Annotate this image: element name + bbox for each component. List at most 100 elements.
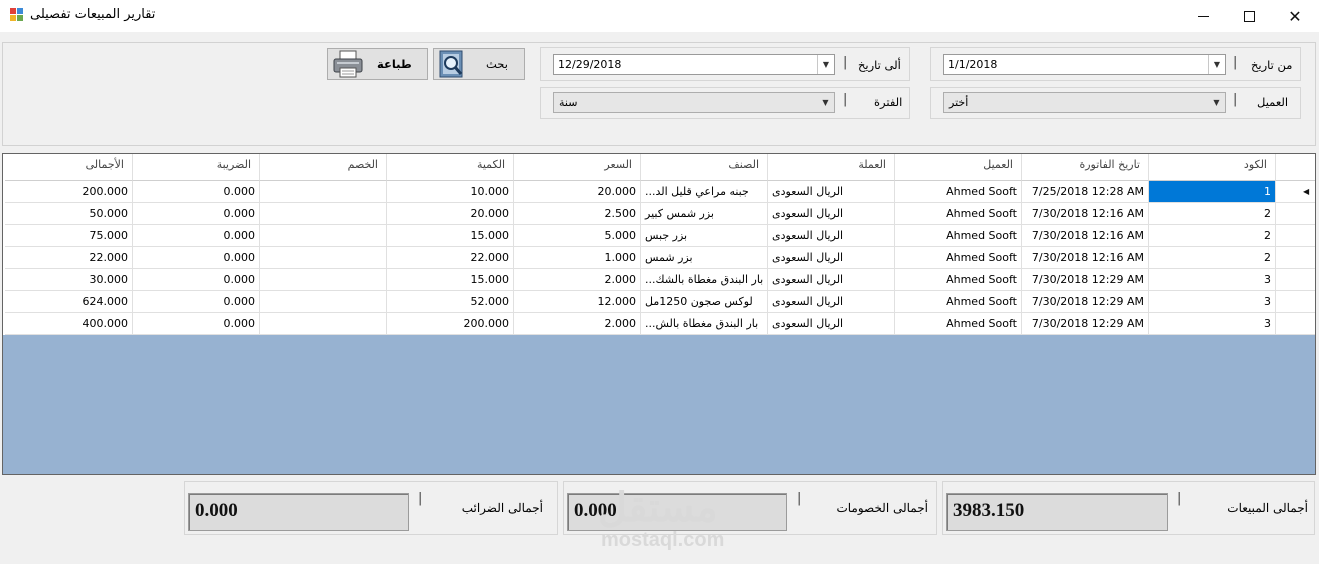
chevron-down-icon[interactable]: ▼: [817, 55, 834, 74]
cell-customer[interactable]: Ahmed Sooft: [895, 291, 1022, 313]
cell-price[interactable]: 1.000: [514, 247, 641, 269]
row-header[interactable]: [1276, 313, 1315, 335]
cell-customer[interactable]: Ahmed Sooft: [895, 313, 1022, 335]
cell-code[interactable]: 3: [1149, 269, 1276, 291]
search-button[interactable]: بحث: [433, 48, 525, 80]
row-header[interactable]: [1276, 269, 1315, 291]
sales-details-grid[interactable]: الكود تاريخ الفاتورة العميل العملة الصنف السع…: [2, 153, 1316, 475]
cell-item[interactable]: بزر شمس: [641, 247, 768, 269]
row-header[interactable]: [1276, 247, 1315, 269]
cell-currency[interactable]: الريال السعودى: [768, 225, 895, 247]
cell-total[interactable]: 624.000: [5, 291, 133, 313]
cell-code[interactable]: 2: [1149, 203, 1276, 225]
cell-quantity[interactable]: 200.000: [387, 313, 514, 335]
cell-discount[interactable]: [260, 313, 387, 335]
chevron-down-icon[interactable]: ▼: [817, 93, 834, 112]
cell-customer[interactable]: Ahmed Sooft: [895, 225, 1022, 247]
cell-quantity[interactable]: 52.000: [387, 291, 514, 313]
cell-quantity[interactable]: 20.000: [387, 203, 514, 225]
cell-price[interactable]: 12.000: [514, 291, 641, 313]
cell-discount[interactable]: [260, 247, 387, 269]
table-row[interactable]: 1 7/25/2018 12:28 AM Ahmed Sooft الريال الس…: [3, 181, 1315, 203]
column-header-customer[interactable]: العميل: [895, 154, 1022, 181]
cell-tax[interactable]: 0.000: [133, 225, 260, 247]
column-header-discount[interactable]: الخصم: [260, 154, 387, 181]
cell-currency[interactable]: الريال السعودى: [768, 181, 895, 203]
chevron-down-icon[interactable]: ▼: [1208, 55, 1225, 74]
cell-currency[interactable]: الريال السعودى: [768, 269, 895, 291]
cell-discount[interactable]: [260, 203, 387, 225]
close-button[interactable]: ✕: [1272, 0, 1318, 32]
cell-item[interactable]: بزر جبس: [641, 225, 768, 247]
cell-item[interactable]: لوكس صجون 1250مل: [641, 291, 768, 313]
cell-discount[interactable]: [260, 225, 387, 247]
cell-quantity[interactable]: 22.000: [387, 247, 514, 269]
column-header-invoice-date[interactable]: تاريخ الفاتورة: [1022, 154, 1149, 181]
cell-customer[interactable]: Ahmed Sooft: [895, 247, 1022, 269]
column-header-item[interactable]: الصنف: [641, 154, 768, 181]
table-row[interactable]: 3 7/30/2018 12:29 AM Ahmed Sooft الريال الس…: [3, 313, 1315, 335]
cell-code[interactable]: 3: [1149, 313, 1276, 335]
cell-tax[interactable]: 0.000: [133, 313, 260, 335]
cell-total[interactable]: 200.000: [5, 181, 133, 203]
cell-item[interactable]: بار البندق مغطاة بالشك...: [641, 269, 768, 291]
period-select[interactable]: سنة ▼: [553, 92, 835, 113]
cell-customer[interactable]: Ahmed Sooft: [895, 203, 1022, 225]
cell-total[interactable]: 22.000: [5, 247, 133, 269]
cell-discount[interactable]: [260, 181, 387, 203]
cell-currency[interactable]: الريال السعودى: [768, 203, 895, 225]
table-row[interactable]: 2 7/30/2018 12:16 AM Ahmed Sooft الريال الس…: [3, 203, 1315, 225]
row-header[interactable]: [1276, 291, 1315, 313]
cell-price[interactable]: 2.500: [514, 203, 641, 225]
cell-invoice-date[interactable]: 7/30/2018 12:16 AM: [1022, 247, 1149, 269]
cell-invoice-date[interactable]: 7/30/2018 12:16 AM: [1022, 225, 1149, 247]
print-button[interactable]: طباعة: [327, 48, 428, 80]
column-header-tax[interactable]: الضريبة: [133, 154, 260, 181]
cell-tax[interactable]: 0.000: [133, 247, 260, 269]
cell-code[interactable]: 1: [1149, 181, 1276, 203]
cell-customer[interactable]: Ahmed Sooft: [895, 181, 1022, 203]
maximize-button[interactable]: [1226, 0, 1272, 32]
cell-tax[interactable]: 0.000: [133, 181, 260, 203]
cell-quantity[interactable]: 15.000: [387, 225, 514, 247]
row-header[interactable]: [1276, 225, 1315, 247]
cell-total[interactable]: 75.000: [5, 225, 133, 247]
cell-price[interactable]: 2.000: [514, 269, 641, 291]
table-row[interactable]: 3 7/30/2018 12:29 AM Ahmed Sooft الريال الس…: [3, 269, 1315, 291]
cell-price[interactable]: 2.000: [514, 313, 641, 335]
table-row[interactable]: 2 7/30/2018 12:16 AM Ahmed Sooft الريال الس…: [3, 225, 1315, 247]
cell-invoice-date[interactable]: 7/30/2018 12:16 AM: [1022, 203, 1149, 225]
cell-invoice-date[interactable]: 7/30/2018 12:29 AM: [1022, 313, 1149, 335]
cell-invoice-date[interactable]: 7/25/2018 12:28 AM: [1022, 181, 1149, 203]
cell-code[interactable]: 2: [1149, 225, 1276, 247]
to-date-picker[interactable]: 12/29/2018 ▼: [553, 54, 835, 75]
cell-currency[interactable]: الريال السعودى: [768, 313, 895, 335]
cell-discount[interactable]: [260, 291, 387, 313]
from-date-picker[interactable]: 1/1/2018 ▼: [943, 54, 1226, 75]
cell-discount[interactable]: [260, 269, 387, 291]
cell-item[interactable]: بار البندق مغطاة بالش...: [641, 313, 768, 335]
cell-currency[interactable]: الريال السعودى: [768, 247, 895, 269]
column-header-currency[interactable]: العملة: [768, 154, 895, 181]
cell-customer[interactable]: Ahmed Sooft: [895, 269, 1022, 291]
customer-select[interactable]: أختر ▼: [943, 92, 1226, 113]
cell-code[interactable]: 3: [1149, 291, 1276, 313]
cell-item[interactable]: جبنه مراعي قليل الد...: [641, 181, 768, 203]
chevron-down-icon[interactable]: ▼: [1208, 93, 1225, 112]
cell-item[interactable]: بزر شمس كبير: [641, 203, 768, 225]
row-header[interactable]: ◀: [1276, 181, 1315, 203]
column-header-total[interactable]: الأجمالى: [5, 154, 133, 181]
cell-total[interactable]: 400.000: [5, 313, 133, 335]
cell-quantity[interactable]: 15.000: [387, 269, 514, 291]
row-header[interactable]: [1276, 203, 1315, 225]
column-header-quantity[interactable]: الكمية: [387, 154, 514, 181]
column-header-price[interactable]: السعر: [514, 154, 641, 181]
column-header-code[interactable]: الكود: [1149, 154, 1276, 181]
cell-price[interactable]: 5.000: [514, 225, 641, 247]
cell-total[interactable]: 30.000: [5, 269, 133, 291]
table-row[interactable]: 3 7/30/2018 12:29 AM Ahmed Sooft الريال الس…: [3, 291, 1315, 313]
cell-tax[interactable]: 0.000: [133, 203, 260, 225]
cell-code[interactable]: 2: [1149, 247, 1276, 269]
cell-tax[interactable]: 0.000: [133, 291, 260, 313]
cell-total[interactable]: 50.000: [5, 203, 133, 225]
